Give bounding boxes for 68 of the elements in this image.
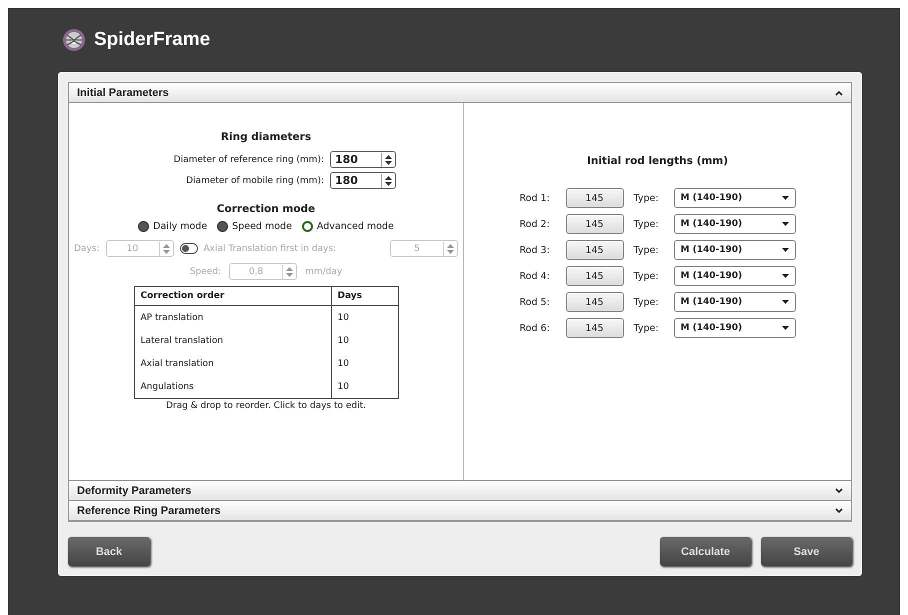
- caret-icon: [782, 196, 788, 200]
- number-spinner[interactable]: 180: [330, 172, 396, 189]
- type-dropdown[interactable]: M (140-190): [674, 188, 796, 208]
- chevron-down-icon: [835, 488, 843, 494]
- field-label: Type:: [634, 218, 660, 230]
- field-label: Type:: [634, 322, 660, 334]
- field-label: Type:: [634, 192, 660, 204]
- caret-icon: [782, 300, 788, 304]
- field-label: Type:: [634, 244, 660, 256]
- rod-length-field[interactable]: 145: [566, 266, 624, 286]
- field-label: Rod 1:: [520, 192, 551, 204]
- field-label: Axial Translation first in days:: [204, 244, 338, 254]
- table-cell[interactable]: 10: [331, 352, 398, 375]
- caret-icon: [782, 326, 788, 330]
- type-dropdown[interactable]: M (140-190): [674, 214, 796, 234]
- type-dropdown[interactable]: M (140-190): [674, 266, 796, 286]
- rod-length-field[interactable]: 145: [566, 240, 624, 260]
- section-header[interactable]: Reference Ring Parameters: [69, 501, 851, 521]
- caret-icon: [782, 222, 788, 226]
- column-header: Correction order: [134, 286, 331, 306]
- rod-length-field[interactable]: 145: [566, 292, 624, 312]
- field-label: Rod 3:: [520, 244, 551, 256]
- field-label: Type:: [634, 270, 660, 282]
- field-label: Rod 4:: [520, 270, 551, 282]
- caret-icon: [782, 248, 788, 252]
- section-heading: Ring diameters: [220, 131, 312, 143]
- hint-text: Drag & drop to reorder. Click to days to edit.: [166, 401, 366, 411]
- section-header[interactable]: Deformity Parameters: [69, 481, 851, 501]
- table-cell[interactable]: AP translation: [134, 306, 331, 329]
- section-heading: Correction mode: [216, 203, 316, 215]
- field-label: Rod 6:: [520, 322, 551, 334]
- chevron-up-icon: [835, 90, 843, 96]
- spider-logo-icon: [62, 28, 86, 52]
- field-label: Rod 5:: [520, 296, 551, 308]
- rod-length-field[interactable]: 145: [566, 214, 624, 234]
- unit-label: mm/day: [305, 266, 342, 276]
- table-cell[interactable]: 10: [331, 329, 398, 352]
- calculate-button[interactable]: Calculate: [660, 537, 751, 566]
- back-button[interactable]: Back: [68, 537, 150, 566]
- spinner-arrows-icon[interactable]: [381, 152, 395, 166]
- table-cell[interactable]: Axial translation: [134, 352, 331, 375]
- table-cell[interactable]: Angulations: [134, 375, 331, 398]
- section-header[interactable]: Initial Parameters: [69, 83, 851, 103]
- spinner-arrows-icon[interactable]: [381, 174, 395, 188]
- field-label: Rod 2:: [520, 218, 551, 230]
- type-dropdown[interactable]: M (140-190): [674, 292, 796, 312]
- section-heading: Initial rod lengths (mm): [586, 155, 728, 167]
- table-cell[interactable]: Lateral translation: [134, 329, 331, 352]
- rod-length-field[interactable]: 145: [566, 188, 624, 208]
- type-dropdown[interactable]: M (140-190): [674, 240, 796, 260]
- field-label: Diameter of reference ring (mm):: [174, 154, 324, 164]
- radio-option[interactable]: Speed mode: [217, 221, 292, 232]
- radio-option[interactable]: Advanced mode: [302, 221, 394, 232]
- field-label: Diameter of mobile ring (mm):: [186, 176, 324, 186]
- column-header: Days: [331, 286, 398, 306]
- table-cell[interactable]: 10: [331, 375, 398, 398]
- field-label: Speed:: [190, 266, 222, 276]
- table-cell[interactable]: 10: [331, 306, 398, 329]
- field-label: Type:: [634, 296, 660, 308]
- chevron-down-icon: [835, 508, 843, 514]
- save-button[interactable]: Save: [761, 537, 852, 566]
- caret-icon: [782, 274, 788, 278]
- field-label: Days:: [74, 244, 100, 254]
- rod-length-field[interactable]: 145: [566, 318, 624, 338]
- radio-option[interactable]: Daily mode: [138, 221, 208, 232]
- app-title: SpiderFrame: [94, 29, 210, 51]
- type-dropdown[interactable]: M (140-190): [674, 318, 796, 338]
- number-spinner[interactable]: 180: [330, 151, 396, 168]
